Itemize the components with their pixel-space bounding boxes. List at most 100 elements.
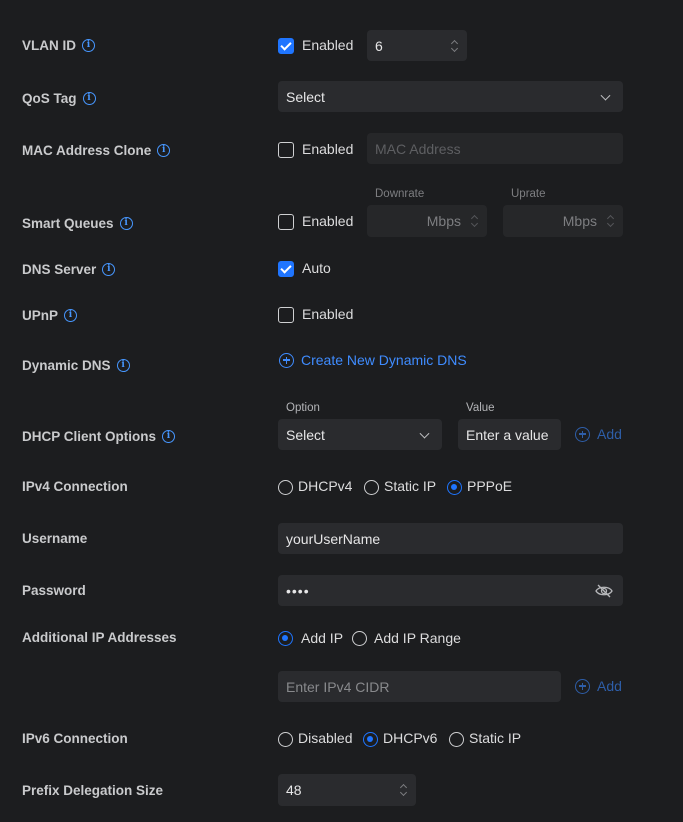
prefix-delegation-row-label: Prefix Delegation Size — [22, 783, 163, 798]
dhcp-option-add-text: Add — [597, 426, 622, 442]
add-ip-radio[interactable] — [278, 631, 293, 646]
mac-address-input[interactable]: MAC Address — [367, 133, 623, 164]
downrate-input[interactable]: Mbps — [367, 205, 487, 237]
vlan-id-label: VLAN ID — [22, 38, 76, 53]
prefix-delegation-input[interactable]: 48 — [278, 774, 416, 806]
upnp-enabled-label: Enabled — [302, 306, 354, 322]
info-icon[interactable]: i — [157, 144, 171, 157]
dns-auto-checkbox[interactable] — [278, 261, 294, 277]
vlan-id-enabled-checkbox[interactable] — [278, 38, 294, 54]
plus-circle-icon — [575, 426, 590, 442]
upnp-label: UPnP — [22, 308, 59, 323]
info-icon[interactable]: i — [162, 430, 176, 443]
vlan-id-value: 6 — [375, 37, 383, 54]
smart-queues-enabled-checkbox[interactable] — [278, 214, 294, 230]
create-dynamic-dns-link[interactable]: Create New Dynamic DNS — [279, 352, 467, 368]
smart-queues-enabled-label: Enabled — [302, 213, 354, 229]
info-icon[interactable]: i — [82, 92, 96, 105]
username-row-label: Username — [22, 531, 87, 546]
plus-circle-icon — [575, 678, 590, 694]
stepper-icon[interactable] — [607, 214, 615, 228]
stepper-icon[interactable] — [471, 214, 479, 228]
username-input[interactable]: yourUserName — [278, 523, 623, 554]
ipv6-dhcpv6-radio[interactable] — [363, 732, 378, 747]
ipv6-disabled-radio[interactable] — [278, 732, 293, 747]
ipv4-cidr-input[interactable]: Enter IPv4 CIDR — [278, 671, 561, 702]
ipv6-connection-row-label: IPv6 Connection — [22, 731, 128, 746]
dhcp-option-select[interactable]: Select — [278, 419, 442, 450]
info-icon[interactable]: i — [82, 39, 95, 52]
value-label: Value — [466, 402, 495, 414]
downrate-label: Downrate — [375, 188, 425, 200]
dns-server-row-label: DNS Server i — [22, 262, 116, 277]
password-value: •••• — [286, 582, 310, 599]
ipv6-connection-label: IPv6 Connection — [22, 731, 128, 746]
ipv4-pppoe-label: PPPoE — [467, 478, 513, 494]
dhcp-value-input[interactable]: Enter a value — [458, 419, 561, 450]
stepper-icon[interactable] — [400, 783, 408, 797]
qos-tag-select[interactable]: Select — [278, 81, 623, 112]
dhcp-options-label: DHCP Client Options — [22, 429, 157, 444]
ipv6-dhcpv6-label: DHCPv6 — [383, 730, 438, 746]
dhcp-option-select-value: Select — [286, 426, 325, 443]
mac-clone-enabled-checkbox[interactable] — [278, 142, 294, 158]
qos-tag-select-value: Select — [286, 88, 325, 105]
mac-clone-enabled-label: Enabled — [302, 141, 354, 157]
additional-ip-add-text: Add — [597, 678, 622, 694]
chevron-down-icon — [600, 90, 611, 101]
password-row-label: Password — [22, 583, 86, 598]
info-icon[interactable]: i — [64, 309, 78, 322]
ipv4-cidr-placeholder: Enter IPv4 CIDR — [286, 678, 390, 695]
ipv4-static-ip-radio[interactable] — [364, 480, 379, 495]
prefix-delegation-label: Prefix Delegation Size — [22, 783, 164, 798]
additional-ip-row-label: Additional IP Addresses — [22, 630, 177, 645]
dhcp-value-placeholder: Enter a value — [466, 426, 549, 443]
add-ip-range-radio[interactable] — [352, 631, 367, 646]
dynamic-dns-label: Dynamic DNS — [22, 358, 111, 373]
vlan-id-row-label: VLAN ID i — [22, 38, 95, 53]
username-value: yourUserName — [286, 530, 381, 547]
info-icon[interactable]: i — [119, 217, 133, 230]
ipv4-dhcpv4-label: DHCPv4 — [298, 478, 353, 494]
stepper-icon[interactable] — [451, 39, 459, 53]
qos-tag-row-label: QoS Tag i — [22, 91, 96, 106]
password-input[interactable]: •••• — [278, 575, 623, 606]
uprate-unit: Mbps — [562, 213, 597, 229]
prefix-delegation-value: 48 — [286, 782, 302, 798]
create-dynamic-dns-text: Create New Dynamic DNS — [301, 352, 467, 368]
additional-ip-add-button[interactable]: Add — [575, 678, 622, 694]
eye-off-icon[interactable] — [595, 584, 613, 598]
mac-address-placeholder: MAC Address — [375, 140, 461, 157]
vlan-id-input[interactable]: 6 — [367, 30, 467, 61]
username-label: Username — [22, 531, 88, 546]
dns-auto-label: Auto — [302, 260, 331, 276]
ipv4-connection-row-label: IPv4 Connection — [22, 479, 128, 494]
downrate-unit: Mbps — [426, 213, 461, 229]
dhcp-option-add-button[interactable]: Add — [575, 426, 622, 442]
qos-tag-label: QoS Tag — [22, 91, 77, 106]
chevron-down-icon — [419, 428, 430, 439]
option-label: Option — [286, 402, 320, 414]
info-icon[interactable]: i — [102, 263, 116, 276]
mac-clone-row-label: MAC Address Clone i — [22, 143, 171, 158]
ipv4-static-ip-label: Static IP — [384, 478, 437, 494]
plus-circle-icon — [279, 352, 294, 368]
smart-queues-row-label: Smart Queues i — [22, 216, 133, 231]
additional-ip-label: Additional IP Addresses — [22, 630, 177, 645]
vlan-id-enabled-label: Enabled — [302, 37, 354, 53]
info-icon[interactable]: i — [116, 359, 130, 372]
ipv4-pppoe-radio[interactable] — [447, 480, 462, 495]
ipv6-static-ip-label: Static IP — [469, 730, 522, 746]
upnp-row-label: UPnP i — [22, 308, 78, 323]
ipv4-dhcpv4-radio[interactable] — [278, 480, 293, 495]
dns-server-label: DNS Server — [22, 262, 97, 277]
dynamic-dns-row-label: Dynamic DNS i — [22, 358, 130, 373]
ipv6-disabled-label: Disabled — [298, 730, 353, 746]
password-label: Password — [22, 583, 86, 598]
uprate-input[interactable]: Mbps — [503, 205, 623, 237]
uprate-label: Uprate — [511, 188, 546, 200]
upnp-enabled-checkbox[interactable] — [278, 307, 294, 323]
add-ip-range-label: Add IP Range — [374, 630, 461, 646]
ipv6-static-ip-radio[interactable] — [449, 732, 464, 747]
mac-clone-label: MAC Address Clone — [22, 143, 152, 158]
